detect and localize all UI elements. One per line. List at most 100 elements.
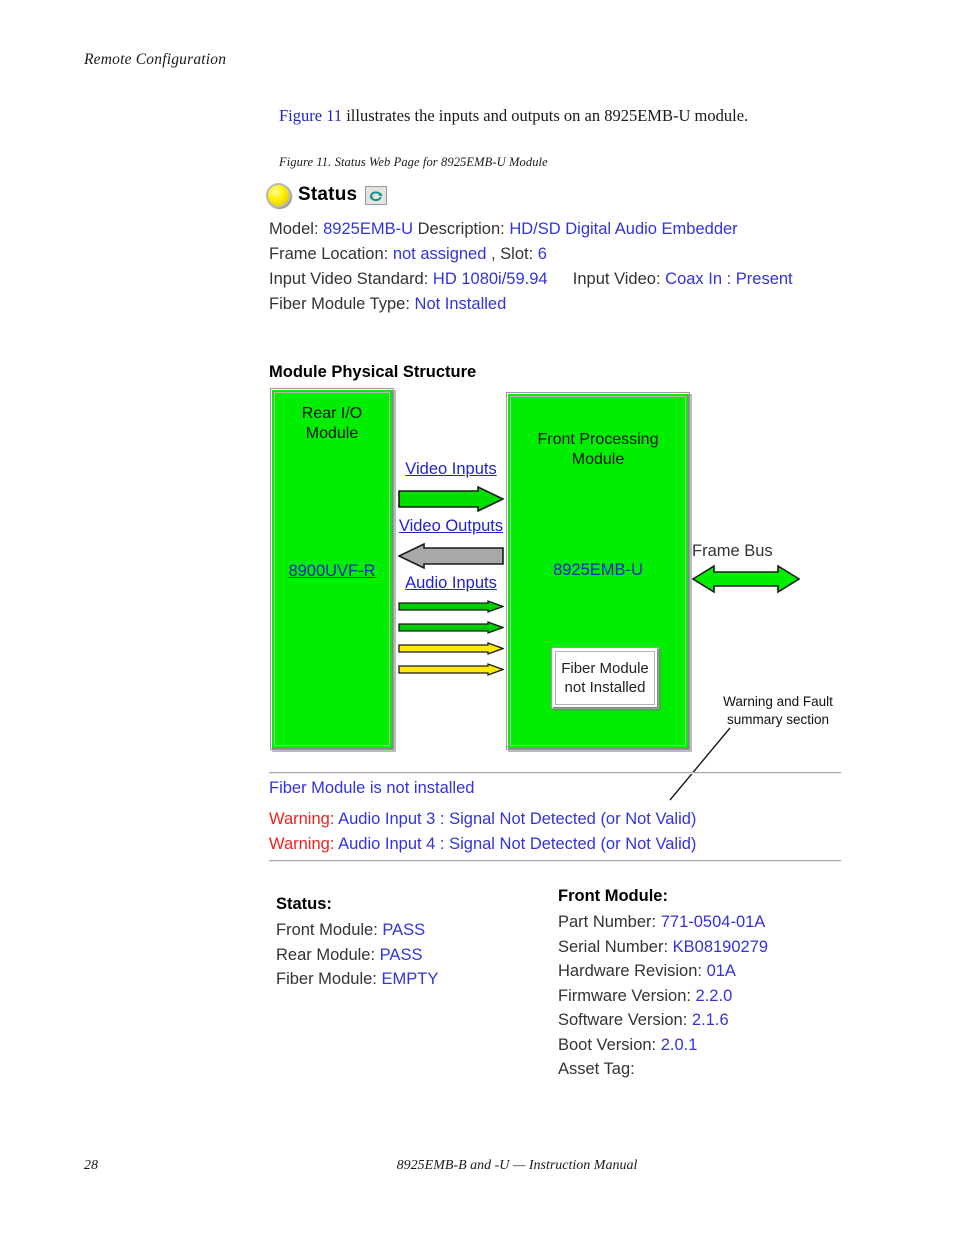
slot-value: 6 [537,245,547,263]
video-outputs-arrow [398,543,504,569]
video-inputs-arrow [398,486,504,512]
status-row-front-module-label: Front Module: [276,921,378,939]
warning-prefix-2: Warning: [269,835,335,853]
warning-fault-callout: Warning and Fault summary section [708,693,848,729]
status-row-rear-module-value: PASS [379,945,423,964]
figure-caption: Figure 11. Status Web Page for 8925EMB-U… [279,155,548,169]
message-warning-1: Warning: Audio Input 3 : Signal Not Dete… [269,810,696,829]
audio-input-arrow-2 [398,621,504,634]
status-heading-row: Status [268,182,388,208]
message-fiber-not-installed: Fiber Module is not installed [269,779,475,797]
front-module-row-asset-tag: Asset Tag: [558,1057,768,1082]
firmware-version-value: 2.2.0 [695,986,733,1005]
part-number-value: 771-0504-01A [660,913,766,931]
running-head: Remote Configuration [84,51,227,68]
model-label: Model: [269,220,319,238]
status-summary-heading: Status: [276,895,332,913]
info-row-input-video-standard: Input Video Standard: HD 1080i/59.94 Inp… [269,267,793,292]
front-module-details-column: Front Module: Part Number: 771-0504-01A … [558,887,768,1082]
rear-io-module-link[interactable]: 8900UVF-R [275,562,389,581]
fiber-module-type-value: Not Installed [414,295,507,313]
body-paragraph-text: illustrates the inputs and outputs on an… [342,106,749,125]
audio-input-arrow-3 [398,642,504,655]
status-heading: Status [298,184,358,205]
status-row-fiber-module-label: Fiber Module: [276,970,377,988]
software-version-value: 2.1.6 [691,1011,729,1029]
input-video-value: Coax In : Present [665,270,793,288]
frame-bus-label: Frame Bus [692,542,773,560]
warning-text-2: Audio Input 4 : Signal Not Detected (or … [338,835,697,853]
fiber-module-type-label: Fiber Module Type: [269,295,410,313]
front-processing-module-inner: Front Processing Module 8925EMB-U Fiber … [510,396,686,746]
asset-tag-label: Asset Tag: [558,1060,635,1078]
front-processing-module-link[interactable]: 8925EMB-U [511,561,685,580]
status-row-front-module: Front Module: PASS [276,918,438,943]
software-version-label: Software Version: [558,1011,688,1029]
divider-below-messages [269,860,841,862]
body-paragraph: Figure 11 illustrates the inputs and out… [279,105,879,127]
front-module-row-serial-number: Serial Number: KB08190279 [558,935,768,960]
frame-location-value: not assigned [392,245,487,263]
status-summary-column: Status: Front Module: PASS Rear Module: … [276,895,438,992]
front-processing-module-label-line1: Front Processing [537,431,659,448]
frame-location-label: Frame Location: [269,245,389,263]
front-module-row-boot-version: Boot Version: 2.0.1 [558,1033,768,1058]
footer-manual-title: 8925EMB-B and -U — Instruction Manual [396,1158,638,1173]
audio-input-arrow-1 [398,600,504,613]
info-row-model: Model: 8925EMB-U Description: HD/SD Digi… [269,217,793,242]
yellow-led-icon [268,184,289,206]
front-processing-module-box: Front Processing Module 8925EMB-U Fiber … [506,392,690,750]
warning-prefix-1: Warning: [269,810,335,828]
description-label: Description: [417,220,505,238]
serial-number-value: KB08190279 [672,937,769,956]
fiber-module-sub-inner: Fiber Module not Installed [555,651,655,705]
rear-io-module-label-line2: Module [305,425,359,442]
signal-arrow-column: Video Inputs Video Outputs Audio Inputs [396,386,506,756]
divider-above-messages [269,772,841,774]
hardware-revision-value: 01A [706,962,736,980]
status-row-rear-module-label: Rear Module: [276,945,376,964]
front-module-details-heading: Front Module: [558,887,668,905]
front-module-row-hardware-revision: Hardware Revision: 01A [558,959,768,984]
front-module-row-part-number: Part Number: 771-0504-01A [558,910,768,935]
fiber-module-sub-line2: not Installed [564,679,646,696]
boot-version-value: 2.0.1 [660,1035,698,1054]
model-value: 8925EMB-U [323,220,413,238]
rear-io-module-inner: Rear I/O Module 8900UVF-R [274,392,390,746]
front-module-row-firmware-version: Firmware Version: 2.2.0 [558,984,768,1009]
front-processing-module-label: Front Processing Module [511,430,685,470]
module-physical-structure-title: Module Physical Structure [269,363,477,381]
input-video-label: Input Video: [572,270,661,288]
input-video-standard-value: HD 1080i/59.94 [432,270,548,288]
video-outputs-link[interactable]: Video Outputs [396,517,506,536]
refresh-icon[interactable] [365,185,388,205]
front-module-row-software-version: Software Version: 2.1.6 [558,1008,768,1033]
figure-cross-reference-link[interactable]: Figure 11 [279,106,342,125]
rear-io-module-label: Rear I/O Module [275,404,389,444]
status-row-rear-module: Rear Module: PASS [276,943,438,968]
serial-number-label: Serial Number: [558,937,669,956]
fiber-module-sub-box: Fiber Module not Installed [551,647,659,709]
input-video-standard-label: Input Video Standard: [269,270,429,288]
status-row-fiber-module: Fiber Module: EMPTY [276,967,438,992]
message-warning-2: Warning: Audio Input 4 : Signal Not Dete… [269,835,696,854]
boot-version-label: Boot Version: [558,1035,657,1054]
audio-input-arrow-4 [398,663,504,676]
callout-leader-line [669,727,731,801]
hardware-revision-label: Hardware Revision: [558,962,702,980]
description-value: HD/SD Digital Audio Embedder [509,220,738,238]
rear-io-module-label-line1: Rear I/O [301,405,363,422]
status-row-fiber-module-value: EMPTY [381,970,439,988]
part-number-label: Part Number: [558,913,657,931]
status-web-page-screenshot: Status Model: 8925EMB-U Description: HD/… [268,182,858,1082]
module-info-block: Model: 8925EMB-U Description: HD/SD Digi… [269,217,793,317]
frame-bus-arrow [692,564,800,594]
warning-fault-callout-line1: Warning and Fault [723,694,833,709]
audio-inputs-link[interactable]: Audio Inputs [396,574,506,593]
info-row-fiber-module-type: Fiber Module Type: Not Installed [269,292,793,317]
fiber-module-sub-line1: Fiber Module [561,660,649,677]
rear-io-module-box: Rear I/O Module 8900UVF-R [270,388,394,750]
slot-label: , Slot: [491,245,534,263]
firmware-version-label: Firmware Version: [558,986,691,1005]
video-inputs-link[interactable]: Video Inputs [396,460,506,479]
